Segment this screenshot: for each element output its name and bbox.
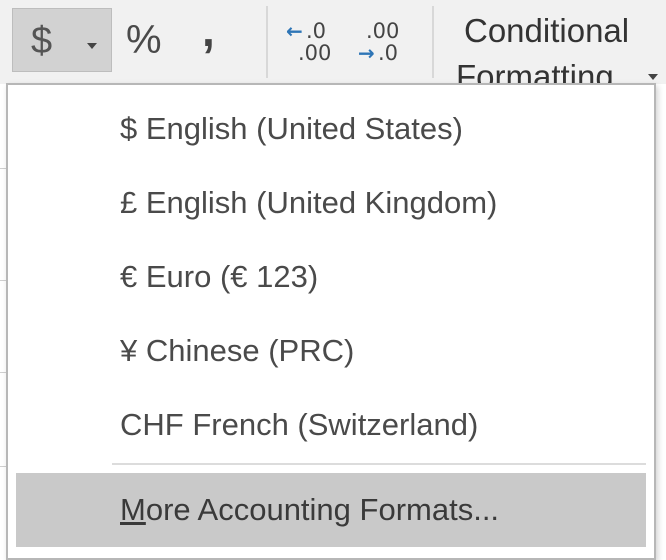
conditional-formatting-button[interactable]: Conditional Formatting	[456, 8, 666, 84]
menu-item-french-switzerland[interactable]: CHF French (Switzerland)	[16, 389, 646, 461]
ribbon-separator	[432, 6, 434, 78]
more-accounting-formats-item[interactable]: More Accounting Formats...	[16, 473, 646, 547]
menu-item-english-united-states[interactable]: $ English (United States)	[16, 93, 646, 165]
percent-style-button[interactable]: %	[126, 16, 162, 64]
more-accounting-formats-label: ore Accounting Formats...	[145, 492, 500, 527]
more-accounting-formats-mnemonic: M	[120, 492, 146, 527]
menu-separator	[112, 463, 646, 465]
chevron-down-icon[interactable]	[87, 43, 97, 49]
conditional-formatting-label-2: Formatting	[456, 58, 614, 84]
arrow-left-icon: ←	[286, 19, 303, 43]
chevron-down-icon	[648, 74, 658, 80]
increase-decimal-button[interactable]: ← .0 .00	[284, 18, 340, 66]
dollar-icon: $	[31, 20, 53, 62]
decrease-decimal-button[interactable]: .00 → .0	[356, 18, 412, 66]
ribbon-separator	[266, 6, 268, 78]
arrow-right-icon: →	[358, 41, 375, 65]
accounting-format-menu: $ English (United States) £ English (Uni…	[6, 83, 656, 560]
menu-item-chinese-prc[interactable]: ¥ Chinese (PRC)	[16, 315, 646, 387]
menu-item-euro[interactable]: € Euro (€ 123)	[16, 241, 646, 313]
accounting-format-button[interactable]: $	[12, 8, 112, 72]
menu-item-english-united-kingdom[interactable]: £ English (United Kingdom)	[16, 167, 646, 239]
comma-style-button[interactable]: ,	[202, 6, 215, 54]
conditional-formatting-label: Conditional	[464, 12, 630, 49]
ribbon-number-group: $ % , ← .0 .00 .00 → .0 Conditional Form…	[0, 0, 666, 84]
